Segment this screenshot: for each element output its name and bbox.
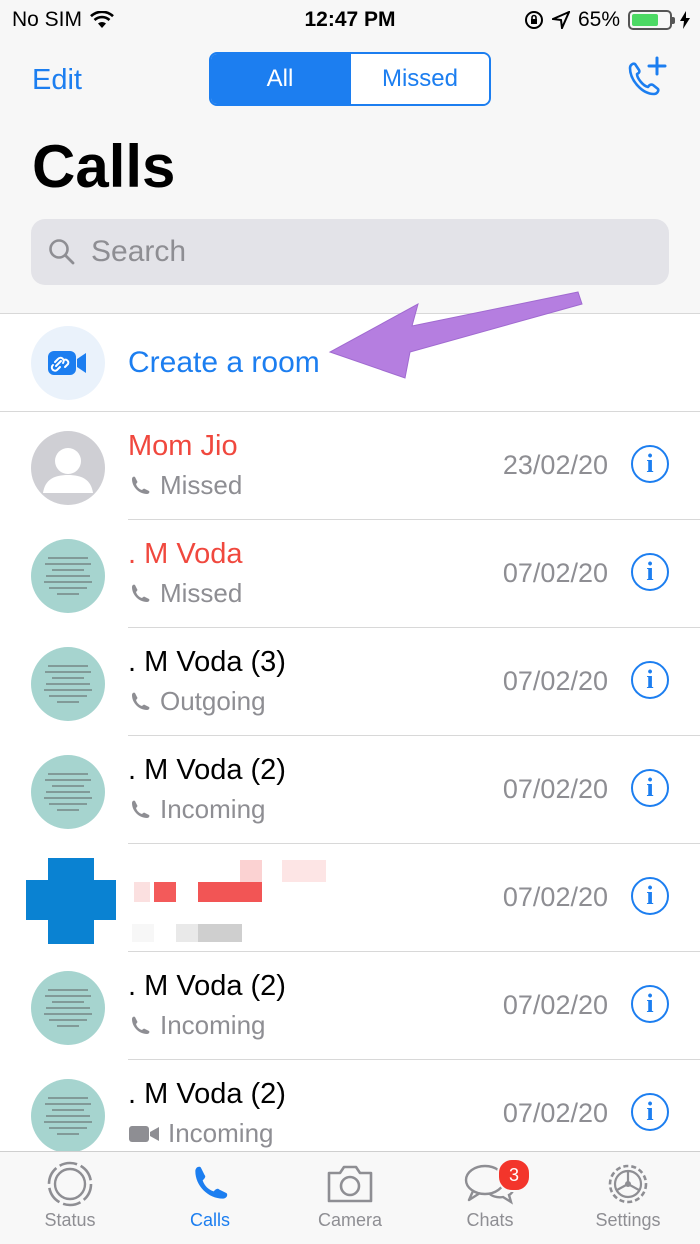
- status-ring-icon: [47, 1161, 93, 1207]
- phone-icon: [132, 800, 150, 818]
- info-icon[interactable]: i: [631, 877, 669, 915]
- call-date: 07/02/20: [502, 882, 608, 912]
- search-icon: [49, 239, 75, 265]
- calls-list: Create a room Mom Jio Missed 23/02/20 i …: [0, 313, 700, 1168]
- phone-icon: [195, 1166, 228, 1199]
- call-row[interactable]: 07/02/20 i: [0, 844, 700, 952]
- call-type: Incoming: [128, 1010, 266, 1041]
- call-row[interactable]: . M Voda (2) Incoming 07/02/20 i: [0, 736, 700, 844]
- avatar: [31, 971, 105, 1045]
- tab-chats[interactable]: 3 Chats: [435, 1158, 545, 1231]
- info-icon[interactable]: i: [631, 553, 669, 591]
- info-icon[interactable]: i: [631, 985, 669, 1023]
- search-placeholder: Search: [91, 235, 187, 268]
- status-right: 65%: [524, 8, 690, 32]
- phone-icon: [132, 692, 150, 710]
- tab-status-label: Status: [44, 1210, 96, 1230]
- caller-name: Mom Jio: [128, 430, 238, 462]
- tab-calls-label: Calls: [189, 1210, 230, 1230]
- call-date: 07/02/20: [502, 774, 608, 804]
- segment-missed[interactable]: Missed: [349, 54, 489, 104]
- status-bar: No SIM 12:47 PM 65%: [0, 0, 700, 40]
- call-type-label: Missed: [160, 470, 243, 500]
- caller-name: . M Voda (2): [128, 754, 286, 786]
- avatar: [31, 755, 105, 829]
- call-type-label: Incoming: [160, 1010, 266, 1040]
- tab-status[interactable]: Status: [15, 1158, 125, 1231]
- call-type: Incoming: [128, 794, 266, 825]
- battery-icon: [628, 10, 675, 30]
- avatar: [31, 431, 105, 505]
- page-title: Calls: [32, 133, 176, 200]
- rotation-lock-icon: [524, 11, 543, 29]
- call-date: 07/02/20: [502, 666, 608, 696]
- segment-all[interactable]: All: [211, 54, 349, 104]
- call-date: 23/02/20: [502, 450, 608, 480]
- tab-calls[interactable]: Calls: [155, 1158, 265, 1231]
- tab-bar: Status Calls Camera 3 Chats Settings: [0, 1151, 700, 1244]
- phone-icon: [132, 1016, 150, 1034]
- call-date: 07/02/20: [502, 558, 608, 588]
- search-field[interactable]: Search: [31, 219, 669, 285]
- phone-icon: [132, 584, 150, 602]
- call-type-label: Missed: [160, 578, 243, 608]
- caller-name: . M Voda: [128, 538, 243, 570]
- caller-name: . M Voda (2): [128, 1078, 286, 1110]
- call-row[interactable]: Mom Jio Missed 23/02/20 i: [0, 412, 700, 520]
- info-icon[interactable]: i: [631, 1093, 669, 1131]
- tab-chats-label: Chats: [466, 1210, 514, 1230]
- nav-bar: Edit All Missed: [0, 52, 700, 108]
- redacted-avatar: [26, 858, 116, 944]
- call-row[interactable]: . M Voda (2) Incoming 07/02/20 i: [0, 952, 700, 1060]
- call-type: Missed: [128, 578, 242, 609]
- call-row[interactable]: . M Voda Missed 07/02/20 i: [0, 520, 700, 628]
- call-type-label: Incoming: [168, 1118, 274, 1148]
- tab-settings[interactable]: Settings: [573, 1158, 683, 1231]
- location-icon: [551, 11, 570, 29]
- avatar: [31, 1079, 105, 1153]
- camera-icon: [327, 1165, 373, 1203]
- phone-icon: [132, 476, 150, 494]
- charging-icon: [680, 11, 690, 29]
- caller-name: . M Voda (2): [128, 970, 286, 1002]
- avatar: [31, 539, 105, 613]
- call-type: Outgoing: [128, 686, 266, 717]
- avatar: [31, 647, 105, 721]
- call-date: 07/02/20: [502, 1098, 608, 1128]
- create-room-label: Create a room: [128, 346, 320, 379]
- annotation-arrow-icon: [328, 291, 583, 379]
- call-type-label: Incoming: [160, 794, 266, 824]
- info-icon[interactable]: i: [631, 769, 669, 807]
- video-call-icon: [129, 1125, 159, 1142]
- filter-segmented-control: All Missed: [209, 52, 491, 106]
- call-type: Incoming: [128, 1118, 274, 1149]
- tab-camera-label: Camera: [317, 1210, 383, 1230]
- gear-icon: [608, 1164, 648, 1204]
- tab-camera[interactable]: Camera: [295, 1158, 405, 1231]
- info-icon[interactable]: i: [631, 445, 669, 483]
- tab-settings-label: Settings: [595, 1210, 661, 1230]
- call-type-label: Outgoing: [160, 686, 266, 716]
- link-video-icon: [31, 326, 105, 400]
- caller-name: . M Voda (3): [128, 646, 286, 678]
- call-type: Missed: [128, 470, 242, 501]
- phone-plus-icon[interactable]: [624, 56, 668, 102]
- edit-button[interactable]: Edit: [32, 64, 82, 97]
- battery-percent: 65%: [577, 8, 620, 31]
- call-date: 07/02/20: [502, 990, 608, 1020]
- call-row[interactable]: . M Voda (3) Outgoing 07/02/20 i: [0, 628, 700, 736]
- chats-badge: 3: [497, 1158, 531, 1192]
- info-icon[interactable]: i: [631, 661, 669, 699]
